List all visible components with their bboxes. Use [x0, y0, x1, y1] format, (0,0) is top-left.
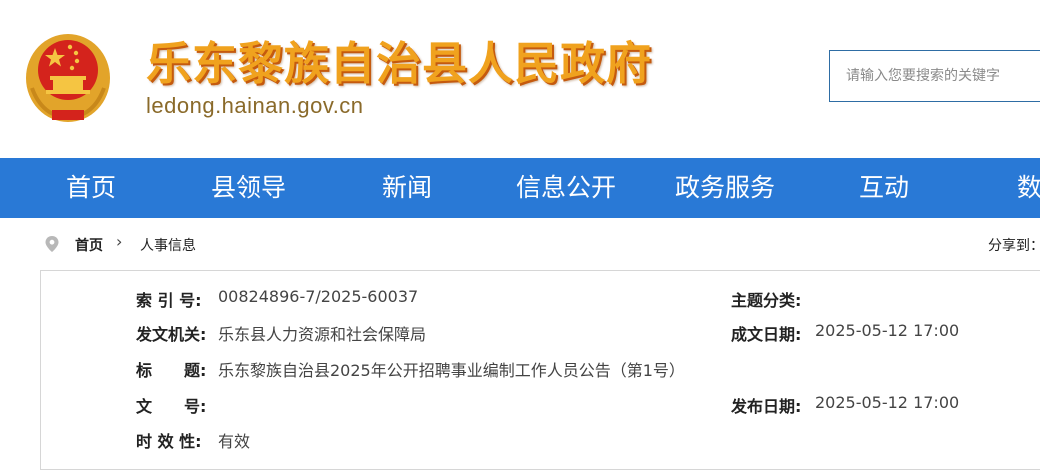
site-domain[interactable]: ledong.hainan.gov.cn — [146, 93, 364, 119]
breadcrumb-home-link[interactable]: 首页 — [75, 235, 103, 255]
national-emblem-icon[interactable] — [22, 28, 114, 124]
document-title-label: 标 题: — [136, 361, 207, 380]
document-title-value: 乐东黎族自治县2025年公开招聘事业编制工作人员公告（第1号） — [218, 361, 685, 380]
validity-label: 时 效 性: — [136, 432, 202, 451]
nav-item-interaction[interactable]: 互动 — [859, 158, 909, 218]
site-title[interactable]: 乐东黎族自治县人民政府 — [146, 27, 652, 92]
nav-item-leaders[interactable]: 县领导 — [211, 158, 286, 218]
search-input[interactable] — [830, 51, 1040, 101]
document-number-label: 文 号: — [136, 397, 207, 416]
location-pin-icon — [45, 236, 59, 252]
breadcrumb-current-link[interactable]: 人事信息 — [140, 235, 196, 255]
publish-date-label: 发布日期: — [731, 397, 802, 416]
breadcrumb-separator: › — [116, 232, 123, 251]
search-box — [829, 50, 1040, 102]
main-nav: 首页 县领导 新闻 信息公开 政务服务 互动 数 — [0, 158, 1040, 218]
nav-item-data[interactable]: 数 — [1017, 158, 1040, 218]
nav-item-home[interactable]: 首页 — [66, 158, 116, 218]
validity-value: 有效 — [218, 432, 251, 451]
index-number-value: 00824896-7/2025-60037 — [218, 287, 419, 306]
share-label: 分享到： — [988, 238, 1040, 254]
publish-date-value: 2025-05-12 17:00 — [815, 393, 960, 412]
written-date-label: 成文日期: — [731, 325, 802, 344]
nav-item-gov-services[interactable]: 政务服务 — [675, 158, 775, 218]
issuing-authority-label: 发文机关: — [136, 325, 207, 344]
site-header: 乐东黎族自治县人民政府 ledong.hainan.gov.cn — [0, 0, 1040, 158]
index-number-label: 索 引 号: — [136, 291, 202, 310]
topic-category-label: 主题分类: — [731, 291, 802, 310]
nav-item-info-disclosure[interactable]: 信息公开 — [516, 158, 616, 218]
breadcrumb: 首页 › 人事信息 分享到： — [0, 218, 1040, 270]
document-info-panel: 索 引 号: 00824896-7/2025-60037 主题分类: 发文机关:… — [40, 270, 1040, 470]
written-date-value: 2025-05-12 17:00 — [815, 321, 960, 340]
nav-item-news[interactable]: 新闻 — [382, 158, 432, 218]
issuing-authority-value: 乐东县人力资源和社会保障局 — [218, 325, 427, 344]
